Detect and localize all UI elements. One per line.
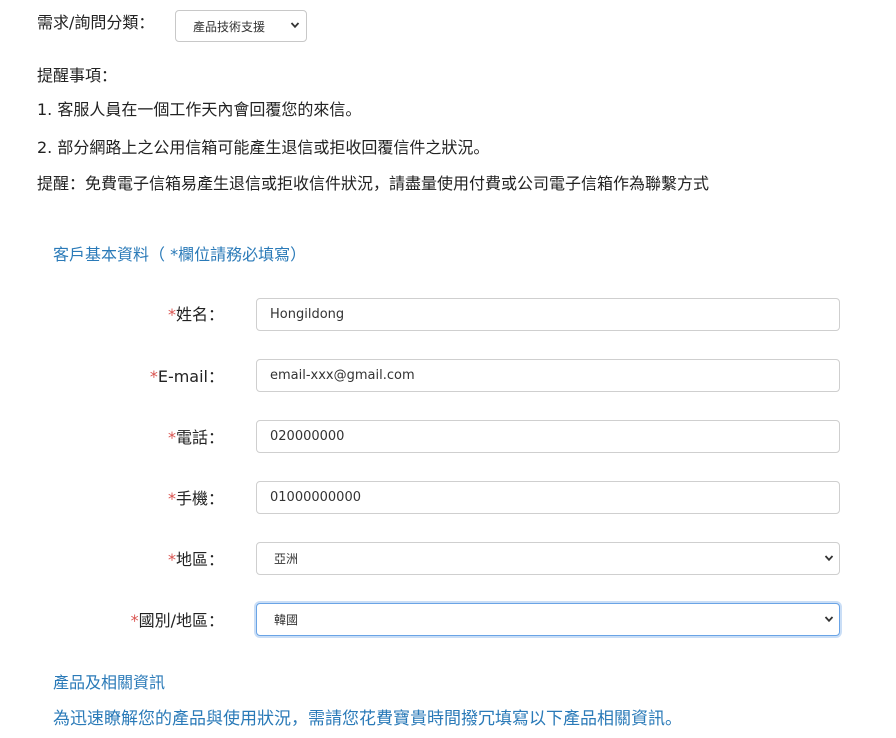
email-input-value: email-xxx@gmail.com xyxy=(270,368,415,383)
country-select[interactable]: 韓國 xyxy=(256,603,840,636)
customer-section-title: 客戶基本資料（ *欄位請務必填寫） xyxy=(53,245,307,264)
region-select[interactable]: 亞洲 xyxy=(256,542,840,575)
name-input[interactable]: Hongildong xyxy=(256,298,840,331)
country-selected-value: 韓國 xyxy=(274,613,299,627)
chevron-down-icon xyxy=(290,22,300,29)
category-label: 需求/詢問分類： xyxy=(37,13,155,32)
required-mark: * xyxy=(130,611,139,630)
category-select[interactable]: 產品技術支援 xyxy=(175,10,307,42)
product-section-description: 為迅速瞭解您的產品與使用狀況，需請您花費寶貴時間撥冗填寫以下產品相關資訊。 xyxy=(53,709,682,729)
required-mark: * xyxy=(149,367,158,386)
notice-item-2: 2. 部分網路上之公用信箱可能產生退信或拒收回覆信件之狀況。 xyxy=(37,138,490,157)
email-input[interactable]: email-xxx@gmail.com xyxy=(256,359,840,392)
notice-title: 提醒事項： xyxy=(37,66,118,85)
mobile-input-value: 01000000000 xyxy=(270,490,361,505)
required-mark: * xyxy=(167,550,176,569)
phone-input[interactable]: 020000000 xyxy=(256,420,840,453)
country-label: *國別/地區： xyxy=(130,611,224,630)
category-selected-value: 產品技術支援 xyxy=(193,19,266,34)
required-mark: * xyxy=(167,489,176,508)
region-selected-value: 亞洲 xyxy=(274,552,299,566)
region-label: *地區： xyxy=(167,550,224,569)
email-label: *E-mail： xyxy=(149,367,224,386)
mobile-label: *手機： xyxy=(167,489,224,508)
phone-input-value: 020000000 xyxy=(270,429,345,444)
product-section-title: 產品及相關資訊 xyxy=(53,673,166,692)
name-input-value: Hongildong xyxy=(270,307,345,322)
notice-tip: 提醒：免費電子信箱易產生退信或拒收信件狀況，請盡量使用付費或公司電子信箱作為聯繫… xyxy=(37,174,710,193)
notice-item-1: 1. 客服人員在一個工作天內會回覆您的來信。 xyxy=(37,100,362,119)
required-mark: * xyxy=(167,428,176,447)
chevron-down-icon xyxy=(824,554,834,561)
name-label: *姓名： xyxy=(167,305,224,324)
mobile-input[interactable]: 01000000000 xyxy=(256,481,840,514)
phone-label: *電話： xyxy=(167,428,224,447)
chevron-down-icon xyxy=(824,615,834,622)
required-mark: * xyxy=(167,305,176,324)
